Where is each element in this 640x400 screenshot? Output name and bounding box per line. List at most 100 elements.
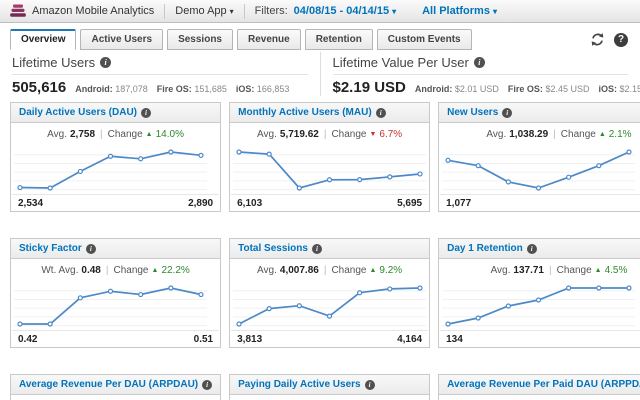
platform-value: 166,853 bbox=[256, 84, 290, 94]
card-title-link[interactable]: Day 1 Retention bbox=[447, 243, 523, 254]
card-header: Day 1 Retention i bbox=[439, 239, 640, 259]
card-title-link[interactable]: Paying Daily Active Users bbox=[238, 379, 360, 390]
info-icon[interactable]: i bbox=[202, 379, 213, 390]
chevron-down-icon: ▾ bbox=[229, 7, 234, 16]
card-header: Total Sessions i bbox=[230, 239, 430, 259]
chart-first-value: 3,813 bbox=[237, 333, 263, 345]
app-selector-label: Demo App bbox=[175, 5, 227, 17]
change-value: 2.1% bbox=[608, 129, 632, 140]
line-chart-svg bbox=[442, 285, 636, 327]
chart-last-value: 2,890 bbox=[188, 197, 214, 209]
tab-overview[interactable]: Overview bbox=[10, 29, 77, 50]
metric-card: Average Revenue Per DAU (ARPDAU) i Wt. A… bbox=[10, 374, 222, 400]
platform-stat-android: Android: 187,078 bbox=[75, 84, 148, 94]
chart-first-value: 2,534 bbox=[18, 197, 44, 209]
chart-first-value: 6,103 bbox=[237, 197, 263, 209]
date-range-dropdown[interactable]: 04/08/15 - 04/14/15 ▾ bbox=[294, 5, 396, 17]
info-icon[interactable]: i bbox=[375, 107, 386, 118]
platform-label: iOS: bbox=[235, 84, 255, 94]
stat-separator: | bbox=[553, 129, 556, 140]
chart-first-value: 1,077 bbox=[446, 197, 472, 209]
platform-value: $2.15 USD bbox=[619, 84, 640, 94]
change-arrow-icon: ▲ bbox=[145, 131, 153, 138]
card-title-link[interactable]: Average Revenue Per Paid DAU (ARPPDAU) bbox=[447, 379, 640, 390]
help-icon[interactable]: ? bbox=[614, 32, 628, 47]
info-icon[interactable]: i bbox=[311, 243, 322, 254]
info-icon[interactable]: i bbox=[85, 243, 96, 254]
platform-stat-fireos: Fire OS: 151,685 bbox=[157, 84, 227, 94]
app-selector-dropdown[interactable]: Demo App ▾ bbox=[175, 5, 233, 17]
change-label: Change bbox=[113, 265, 149, 276]
lifetime-value-section: Lifetime Value Per User i $2.19 USD Andr… bbox=[319, 52, 640, 96]
change-label: Change bbox=[331, 265, 367, 276]
card-title-link[interactable]: Monthly Active Users (MAU) bbox=[238, 107, 372, 118]
tab-active-users[interactable]: Active Users bbox=[80, 29, 164, 50]
metric-card: Monthly Active Users (MAU) i Avg. 5,719.… bbox=[229, 102, 431, 212]
chevron-down-icon: ▾ bbox=[492, 7, 497, 16]
card-header: Monthly Active Users (MAU) i bbox=[230, 103, 430, 123]
card-title-link[interactable]: Average Revenue Per DAU (ARPDAU) bbox=[19, 379, 198, 390]
info-icon[interactable]: i bbox=[141, 107, 152, 118]
metric-cards-grid: Daily Active Users (DAU) i Avg. 2,758 | … bbox=[0, 102, 640, 400]
platform-stat-android: Android: $2.01 USD bbox=[415, 84, 499, 94]
chevron-down-icon: ▾ bbox=[392, 7, 397, 16]
metric-card: Paying Daily Active Users i Avg. 177.43 … bbox=[229, 374, 431, 400]
line-chart-svg bbox=[14, 285, 207, 327]
platform-stat-fireos: Fire OS: $2.45 USD bbox=[508, 84, 590, 94]
change-label: Change bbox=[556, 265, 592, 276]
change-value: 14.0% bbox=[155, 129, 184, 140]
line-chart bbox=[231, 146, 429, 195]
stat-value: 5,719.62 bbox=[279, 129, 319, 140]
platform-filter-label: All Platforms bbox=[422, 5, 490, 17]
lifetime-value-heading: Lifetime Value Per User i bbox=[332, 52, 628, 75]
change-value: 22.2% bbox=[161, 265, 190, 276]
change-value: 6.7% bbox=[379, 129, 403, 140]
chart-first-value: 134 bbox=[446, 333, 463, 345]
stat-value: 2,758 bbox=[70, 129, 96, 140]
platform-label: Android: bbox=[75, 84, 113, 94]
stat-separator: | bbox=[105, 265, 109, 276]
app-title: Amazon Mobile Analytics bbox=[32, 5, 155, 17]
lifetime-users-total: 505,616 bbox=[12, 79, 67, 96]
info-icon[interactable]: i bbox=[100, 57, 112, 68]
mobile-analytics-dashboard: Amazon Mobile Analytics Demo App ▾ Filter… bbox=[0, 0, 640, 400]
tab-sessions[interactable]: Sessions bbox=[167, 29, 233, 50]
line-chart-svg bbox=[233, 285, 427, 327]
info-icon[interactable]: i bbox=[364, 379, 375, 390]
metric-card: Total Sessions i Avg. 4,007.86 | Change … bbox=[229, 238, 431, 348]
card-stats: Wt. Avg. $7.49 USD | Change ▲ 9.3% bbox=[439, 395, 640, 400]
change-label: Change bbox=[107, 129, 143, 140]
lifetime-summary: Lifetime Users i 505,616 Android: 187,07… bbox=[0, 50, 640, 102]
platform-filter-dropdown[interactable]: All Platforms ▾ bbox=[422, 5, 497, 17]
stat-label: Avg. bbox=[490, 265, 511, 276]
line-chart-svg bbox=[233, 149, 427, 191]
chart-range-labels: 0.42 0.51 bbox=[11, 331, 220, 347]
stat-value: 1,038.29 bbox=[509, 129, 549, 140]
card-title-link[interactable]: New Users bbox=[447, 107, 498, 118]
lifetime-users-section: Lifetime Users i 505,616 Android: 187,07… bbox=[0, 52, 320, 96]
line-chart-svg bbox=[442, 149, 636, 191]
refresh-icon[interactable] bbox=[590, 32, 605, 47]
card-title-link[interactable]: Total Sessions bbox=[238, 243, 308, 254]
tab-bar: Overview Active Users Sessions Revenue Reten… bbox=[0, 23, 640, 50]
info-icon[interactable]: i bbox=[526, 243, 537, 254]
info-icon[interactable]: i bbox=[473, 57, 485, 68]
tab-revenue[interactable]: Revenue bbox=[237, 29, 301, 50]
filters-label: Filters: bbox=[254, 5, 288, 17]
lifetime-users-heading: Lifetime Users i bbox=[12, 52, 308, 75]
stat-label: Wt. Avg. bbox=[41, 265, 79, 276]
card-stats: Avg. 5,719.62 | Change ▼ 6.7% bbox=[230, 123, 429, 146]
card-stats: Avg. 1,038.29 | Change ▲ 2.1% bbox=[439, 123, 640, 146]
metric-card: New Users i Avg. 1,038.29 | Change ▲ 2.1… bbox=[438, 102, 640, 212]
card-header: Paying Daily Active Users i bbox=[230, 375, 430, 395]
metric-card: Daily Active Users (DAU) i Avg. 2,758 | … bbox=[10, 102, 222, 212]
info-icon[interactable]: i bbox=[502, 107, 513, 118]
stat-value: 137.71 bbox=[513, 265, 544, 276]
card-title-link[interactable]: Sticky Factor bbox=[19, 243, 82, 254]
stat-separator: | bbox=[323, 129, 327, 140]
amazon-mobile-analytics-logo bbox=[10, 4, 26, 17]
top-bar: Amazon Mobile Analytics Demo App ▾ Filter… bbox=[0, 0, 640, 23]
tab-retention[interactable]: Retention bbox=[304, 29, 373, 50]
tab-custom-events[interactable]: Custom Events bbox=[376, 29, 472, 50]
card-title-link[interactable]: Daily Active Users (DAU) bbox=[19, 107, 137, 118]
